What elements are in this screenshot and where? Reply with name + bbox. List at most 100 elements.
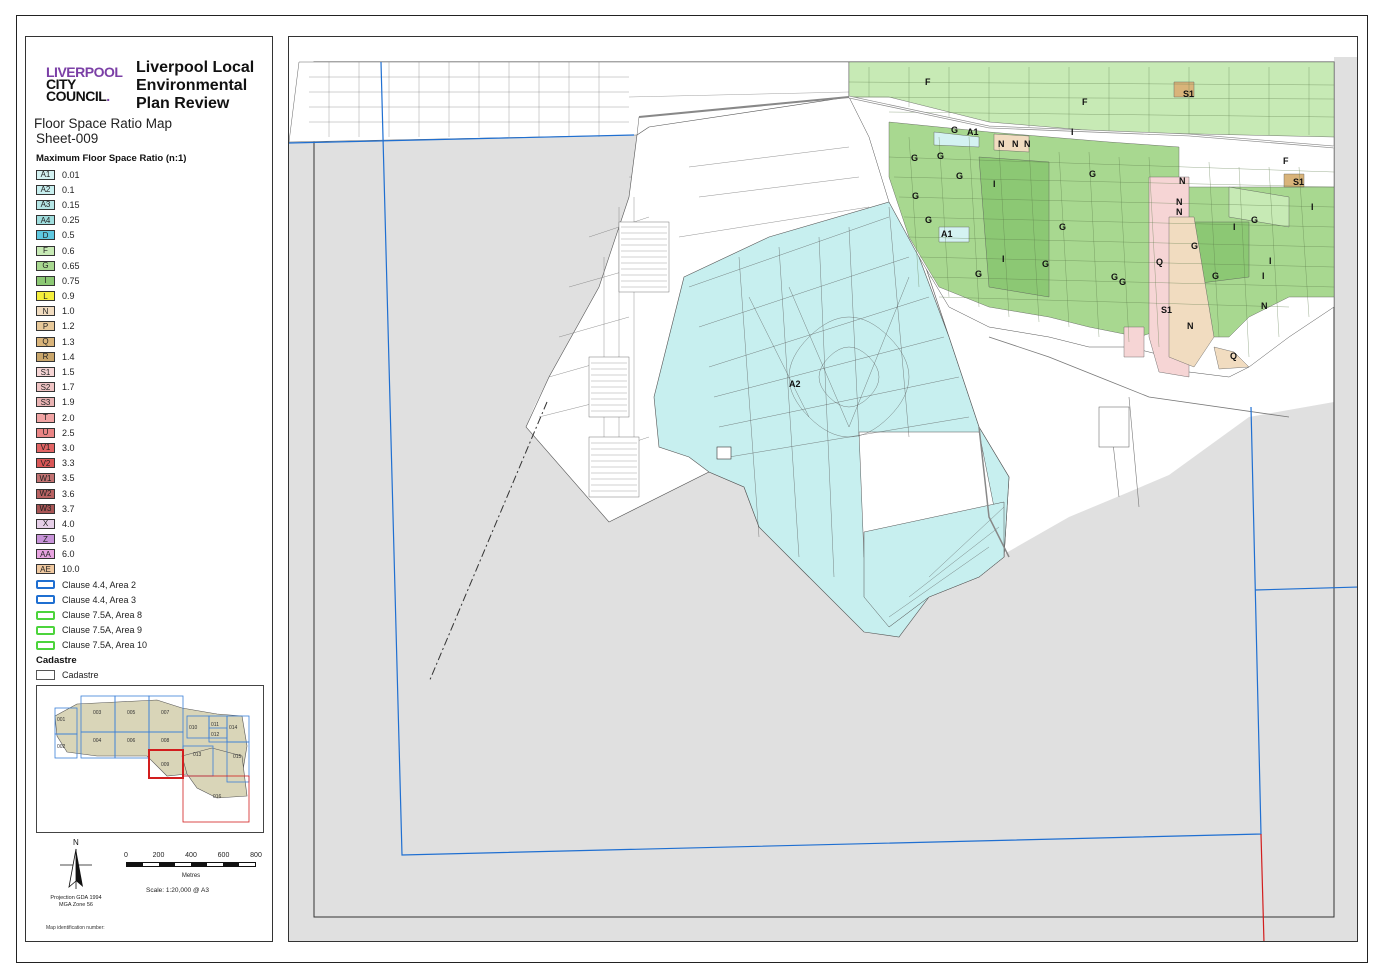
- cadastre-swatch: [36, 670, 55, 680]
- clause-swatch: [36, 595, 55, 605]
- legend-value: 1.5: [62, 367, 75, 378]
- legend-value: 6.0: [62, 549, 75, 560]
- zone-code-label: G: [1212, 271, 1219, 281]
- legend-item: V1 3.0: [36, 440, 266, 455]
- legend-item: W2 3.6: [36, 486, 266, 501]
- legend-swatch: V2: [36, 458, 55, 469]
- zone-code-label: I: [1233, 222, 1236, 232]
- legend-value: 1.4: [62, 351, 75, 362]
- zone-code-label: G: [1251, 215, 1258, 225]
- legend-value: 2.5: [62, 427, 75, 438]
- zone-code-label: N: [1012, 139, 1019, 149]
- legend-swatch: W3: [36, 503, 55, 514]
- legend-item: L 0.9: [36, 289, 266, 304]
- clause-swatch: [36, 580, 55, 590]
- scale-tick-label: 400: [185, 852, 197, 859]
- legend-swatch: R: [36, 351, 55, 362]
- legend-value: 0.65: [62, 260, 80, 271]
- legend-value: 1.3: [62, 336, 75, 347]
- legend-swatch: G: [36, 260, 55, 271]
- clause-label: Clause 7.5A, Area 10: [62, 640, 148, 651]
- legend-item: T 2.0: [36, 410, 266, 425]
- zone-code-label: N: [1179, 176, 1186, 186]
- scale-bar-graphic: [126, 862, 256, 867]
- zone-code-label: I: [1311, 202, 1314, 212]
- legend-item: Z 5.0: [36, 532, 266, 547]
- legend-swatch: L: [36, 291, 55, 302]
- legend-swatch: W1: [36, 473, 55, 484]
- zone-code-label: G: [937, 151, 944, 161]
- zone-code-label: G: [1119, 277, 1126, 287]
- legend-value: 0.15: [62, 199, 80, 210]
- legend-item: A2 0.1: [36, 182, 266, 197]
- zone-code-label: F: [1283, 156, 1289, 166]
- legend-item: R 1.4: [36, 349, 266, 364]
- legend-item: W1 3.5: [36, 471, 266, 486]
- index-sheet-label: 006: [127, 738, 136, 744]
- zone-code-label: A1: [941, 229, 953, 239]
- legend-value: 3.5: [62, 473, 75, 484]
- index-sheet-label: 003: [93, 710, 102, 716]
- zone-code-label: N: [1176, 197, 1183, 207]
- legend-value: 1.0: [62, 306, 75, 317]
- scale-tick-label: 0: [124, 852, 128, 859]
- cadastre-legend-item: Cadastre: [36, 670, 99, 680]
- zone-code-label: G: [1042, 259, 1049, 269]
- legend-swatch: U: [36, 427, 55, 438]
- zone-i: [978, 156, 1050, 298]
- index-sheet-label: 008: [161, 738, 170, 744]
- zone-code-label: G: [1059, 222, 1066, 232]
- scale-tick-label: 200: [152, 852, 165, 859]
- legend-value: 3.7: [62, 503, 75, 514]
- legend-value: 0.01: [62, 169, 80, 180]
- legend-value: 3.6: [62, 488, 75, 499]
- legend-swatch: S2: [36, 382, 55, 393]
- legend-value: 4.0: [62, 518, 75, 529]
- zone-code-label: G: [912, 191, 919, 201]
- legend-value: 2.0: [62, 412, 75, 423]
- zone-code-label: S1: [1161, 305, 1172, 315]
- legend-value: 10.0: [62, 564, 80, 575]
- legend-item: AE 10.0: [36, 562, 266, 577]
- index-map: 001 002 003 004 005 006 007 008 009 010 011 012 013 0…: [36, 685, 264, 833]
- map-frame: A2 A1 A1 F F F G G G G G G G G G G G G G G G I I I I I I I N N N N N N N N Q…: [288, 36, 1358, 942]
- map-title: Floor Space Ratio Map: [34, 116, 173, 131]
- legend-item: Q 1.3: [36, 334, 266, 349]
- zone-code-label: N: [998, 139, 1005, 149]
- index-sheet-label: 001: [57, 717, 66, 723]
- legend-panel: LIVERPOOL CITY COUNCIL. Liverpool Local …: [25, 36, 273, 942]
- map-canvas: A2A1A1FFFGGGGGGGGGGGGGGGIIIIIIINNN N NNNNQ…: [289, 37, 1357, 941]
- legend-item: V2 3.3: [36, 456, 266, 471]
- legend-item: S2 1.7: [36, 380, 266, 395]
- zone-code-label: Q: [1230, 351, 1237, 361]
- zone-code-label: F: [925, 77, 931, 87]
- zone-code-label: F: [1082, 97, 1088, 107]
- legend-swatch: A2: [36, 184, 55, 195]
- legend-item: I 0.75: [36, 273, 266, 288]
- index-sheet-label: 014: [229, 725, 238, 731]
- council-logo: LIVERPOOL CITY COUNCIL.: [46, 64, 123, 104]
- zone-code-label: N: [1024, 139, 1031, 149]
- legend-item: U 2.5: [36, 425, 266, 440]
- index-sheet-label: 005: [127, 710, 136, 716]
- legend-value: 1.7: [62, 382, 75, 393]
- scale-tick-label: 800: [250, 852, 262, 859]
- legend-value: 0.6: [62, 245, 75, 256]
- zone-code-label: A1: [967, 127, 979, 137]
- clause-label: Clause 4.4, Area 2: [62, 579, 137, 590]
- legend-item: G 0.65: [36, 258, 266, 273]
- index-sheet-label: 002: [57, 744, 66, 750]
- legend-value: 1.9: [62, 397, 75, 408]
- legend-item: A4 0.25: [36, 213, 266, 228]
- clause-legend-item: Clause 7.5A, Area 9: [36, 623, 266, 638]
- map-identification-number: Map identification number:: [46, 925, 105, 931]
- zone-code-label: N: [1176, 207, 1183, 217]
- legend-value: 0.1: [62, 184, 75, 195]
- scale-units: Metres: [181, 873, 201, 879]
- clause-legend-item: Clause 4.4, Area 2: [36, 577, 266, 592]
- legend-list: A1 0.01 A2 0.1 A3 0.15 A4 0.25 D 0.5 F 0.6 G 0.65 I 0.7…: [36, 167, 266, 653]
- index-sheet-label: 010: [189, 725, 198, 731]
- legend-swatch: I: [36, 275, 55, 286]
- legend-swatch: D: [36, 230, 55, 241]
- index-sheet-label: 015: [233, 754, 242, 760]
